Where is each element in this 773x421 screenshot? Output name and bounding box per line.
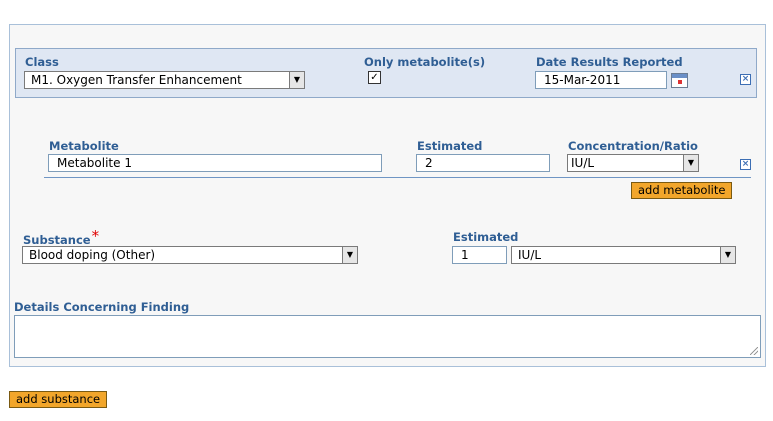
substance-estimated-value: 1 [461, 248, 469, 262]
resize-grip-icon[interactable] [750, 347, 758, 355]
metabolite-estimated-input[interactable]: 2 [416, 154, 550, 172]
class-select[interactable]: M1. Oxygen Transfer Enhancement ▼ [24, 71, 305, 89]
calendar-icon[interactable] [671, 73, 688, 88]
chevron-down-icon[interactable]: ▼ [289, 72, 304, 88]
class-value: M1. Oxygen Transfer Enhancement [31, 73, 242, 87]
concentration-select[interactable]: IU/L ▼ [567, 154, 699, 172]
date-value: 15-Mar-2011 [544, 73, 621, 87]
remove-metabolite-icon[interactable]: × [740, 159, 751, 170]
details-label: Details Concerning Finding [14, 300, 190, 314]
details-textarea[interactable] [14, 315, 761, 358]
substance-unit-value: IU/L [518, 248, 542, 262]
add-metabolite-button[interactable]: add metabolite [631, 182, 733, 199]
substance-label-text: Substance [23, 233, 91, 247]
metabolite-estimated-value: 2 [425, 156, 433, 170]
only-metabolite-checkbox[interactable]: ✓ [368, 71, 381, 84]
remove-class-icon[interactable]: × [740, 74, 751, 85]
metabolite-divider [44, 177, 751, 178]
metabolite-label: Metabolite [49, 139, 119, 153]
concentration-value: IU/L [571, 156, 595, 170]
substance-unit-select[interactable]: IU/L ▼ [511, 246, 736, 264]
substance-estimated-label: Estimated [453, 230, 519, 244]
concentration-label: Concentration/Ratio [568, 139, 698, 153]
required-asterisk: * [91, 227, 100, 245]
chevron-down-icon[interactable]: ▼ [720, 247, 735, 263]
metabolite-value: Metabolite 1 [57, 156, 132, 170]
chevron-down-icon[interactable]: ▼ [342, 247, 357, 263]
date-label: Date Results Reported [536, 55, 683, 69]
checkmark-icon: ✓ [370, 72, 379, 83]
chevron-down-icon[interactable]: ▼ [683, 155, 698, 171]
only-metabolite-label: Only metabolite(s) [364, 55, 486, 69]
substance-select[interactable]: Blood doping (Other) ▼ [22, 246, 358, 264]
add-substance-button[interactable]: add substance [9, 391, 108, 408]
date-input[interactable]: 15-Mar-2011 [535, 71, 667, 89]
metabolite-input[interactable]: Metabolite 1 [48, 154, 382, 172]
substance-value: Blood doping (Other) [29, 248, 156, 262]
metabolite-estimated-label: Estimated [417, 139, 483, 153]
substance-estimated-input[interactable]: 1 [452, 246, 507, 264]
class-label: Class [25, 55, 59, 69]
